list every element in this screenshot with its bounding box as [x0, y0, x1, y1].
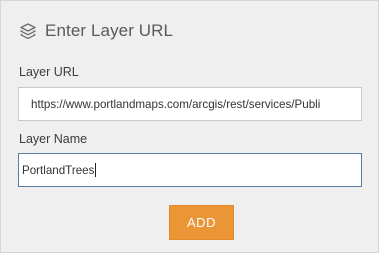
text-cursor [95, 163, 97, 177]
layer-url-label: Layer URL [19, 65, 79, 79]
panel-header: Enter Layer URL [19, 19, 173, 43]
layer-name-label: Layer Name [19, 132, 88, 146]
add-button[interactable]: ADD [169, 205, 234, 240]
panel-title: Enter Layer URL [45, 21, 174, 40]
layer-url-value: https://www.portlandmaps.com/arcgis/rest… [31, 97, 321, 111]
layers-icon [19, 22, 37, 40]
layer-name-input[interactable]: PortlandTrees [18, 153, 362, 187]
layer-name-value: PortlandTrees [22, 163, 95, 177]
enter-layer-url-panel: Enter Layer URL Layer URL https://www.po… [0, 0, 379, 253]
layer-url-input[interactable]: https://www.portlandmaps.com/arcgis/rest… [18, 87, 362, 121]
